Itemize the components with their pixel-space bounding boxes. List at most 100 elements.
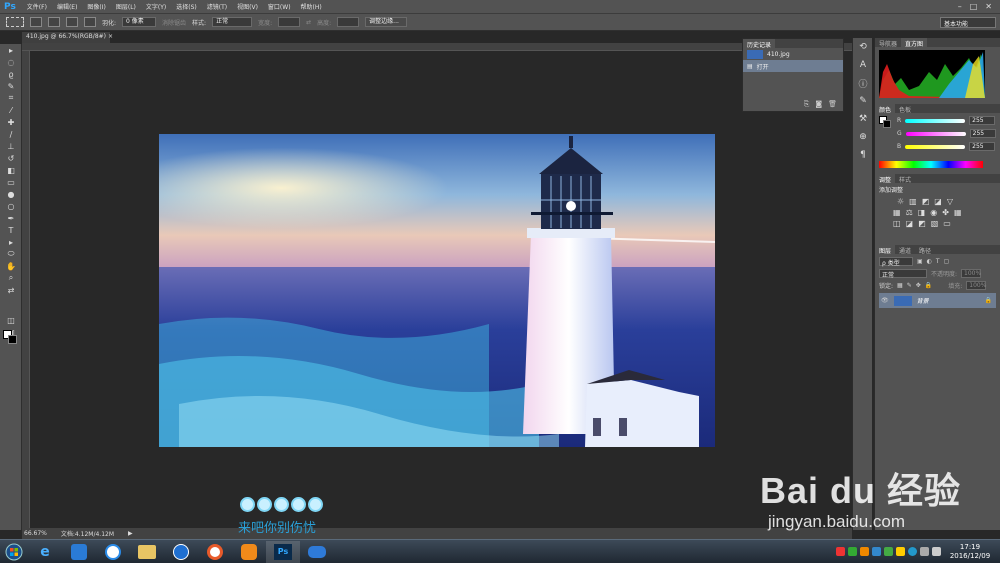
tab-channels[interactable]: 通道 [895, 245, 915, 255]
width-input[interactable] [278, 17, 301, 27]
green-slider[interactable] [905, 131, 966, 136]
close-tab-icon[interactable]: × [108, 33, 113, 40]
eraser-icon[interactable]: ◧ [0, 164, 22, 176]
menu-filter[interactable]: 滤镜(T) [202, 2, 232, 11]
status-menu-arrow-icon[interactable]: ▶ [128, 530, 133, 537]
layer-row-background[interactable]: 👁 背景 🔒 [879, 293, 996, 308]
lock-pixels-icon[interactable]: ✎ [907, 282, 912, 289]
blue-slider[interactable] [905, 144, 966, 149]
clone-stamp-icon[interactable]: ⊥ [0, 140, 22, 152]
healing-brush-icon[interactable]: ✚ [0, 116, 22, 128]
brush-tool-icon[interactable]: ∕ [0, 128, 22, 140]
menu-file[interactable]: 文件(F) [22, 2, 52, 11]
clock[interactable]: 17:19 2016/12/09 [944, 543, 996, 561]
path-select-icon[interactable]: ▸ [0, 236, 22, 248]
brush-collapsed-icon[interactable]: ✎ [853, 92, 873, 110]
quick-mask-icon[interactable]: ◫ [0, 314, 22, 326]
baidu-cloud-icon[interactable] [96, 541, 130, 563]
spectrum-bar[interactable] [879, 161, 983, 168]
red-slider[interactable] [905, 118, 966, 123]
hand-tool-icon[interactable]: ✋ [0, 260, 22, 272]
character-collapsed-icon[interactable]: A [853, 56, 873, 74]
add-selection-icon[interactable] [48, 17, 60, 27]
lock-transparent-icon[interactable]: ▦ [897, 282, 903, 289]
gradient-icon[interactable]: ▭ [0, 176, 22, 188]
style-select[interactable]: 正常 [212, 17, 253, 27]
tab-navigator[interactable]: 导航器 [875, 38, 901, 48]
tab-color[interactable]: 颜色 [875, 104, 896, 114]
close-icon[interactable]: ✕ [985, 2, 992, 11]
blend-mode-select[interactable]: 正常 [879, 268, 927, 279]
ie-browser-icon[interactable]: e [28, 541, 62, 563]
brightness-icon[interactable]: ☼ [897, 197, 904, 206]
tool-presets-collapsed-icon[interactable]: ⚒ [853, 110, 873, 128]
quick-select-icon[interactable]: ✎ [0, 80, 22, 92]
filter-shape-icon[interactable]: ▢ [944, 258, 950, 265]
tray-sogou-icon[interactable] [836, 547, 845, 556]
game-controller-icon[interactable] [300, 541, 334, 563]
levels-icon[interactable]: ▥ [909, 197, 917, 206]
visibility-eye-icon[interactable]: 👁 [881, 297, 889, 304]
tab-styles[interactable]: 样式 [895, 174, 915, 184]
tray-notify-icon[interactable] [896, 547, 905, 556]
green-value[interactable]: 255 [969, 129, 996, 138]
height-input[interactable] [337, 17, 360, 27]
maximize-icon[interactable]: □ [970, 2, 978, 11]
marquee-tool-icon[interactable]: ◌ [0, 56, 22, 68]
curves-icon[interactable]: ◩ [922, 197, 930, 206]
filter-pixel-icon[interactable]: ▣ [917, 258, 923, 265]
tab-history[interactable]: 历史记录 [743, 39, 776, 49]
tab-adjustments[interactable]: 调整 [875, 174, 896, 184]
menu-image[interactable]: 图像(I) [82, 2, 110, 11]
lock-position-icon[interactable]: ✥ [916, 282, 921, 289]
minimize-icon[interactable]: – [958, 2, 962, 11]
start-button[interactable] [0, 541, 28, 563]
hue-sat-icon[interactable]: ▦ [893, 208, 901, 217]
tab-paths[interactable]: 路径 [915, 245, 935, 255]
color-balance-icon[interactable]: ⚖ [906, 208, 913, 217]
tab-histogram[interactable]: 直方图 [901, 38, 928, 48]
red-value[interactable]: 255 [969, 116, 996, 125]
color-lookup-icon[interactable]: ▦ [954, 208, 962, 217]
eyedropper-icon[interactable]: ⁄ [0, 104, 22, 116]
menu-select[interactable]: 选择(S) [171, 2, 202, 11]
refine-edge-button[interactable]: 调整边缘... [365, 17, 408, 27]
shape-tool-icon[interactable]: ⬭ [0, 248, 22, 260]
new-document-from-state-icon[interactable]: ⎘ [804, 100, 810, 109]
zoom-level[interactable]: 66.67% [24, 530, 47, 537]
filter-adjust-icon[interactable]: ◐ [927, 258, 932, 265]
paragraph-collapsed-icon[interactable]: ¶ [853, 146, 873, 164]
document-tab[interactable]: 410.jpg @ 66.7%(RGB/8#) × [22, 32, 113, 43]
folder-icon[interactable] [130, 541, 164, 563]
menu-window[interactable]: 窗口(W) [263, 2, 296, 11]
history-item[interactable]: ▤ 打开 [743, 60, 843, 72]
layer-kind-select[interactable]: ρ 类型 [879, 257, 913, 267]
black-white-icon[interactable]: ◨ [918, 208, 926, 217]
workspace-select[interactable]: 基本功能 [940, 16, 996, 28]
new-selection-icon[interactable] [30, 17, 42, 27]
history-brush-icon[interactable]: ↺ [0, 152, 22, 164]
trash-icon[interactable]: 🗑 [828, 100, 837, 109]
tray-volume-icon[interactable] [932, 547, 941, 556]
media-player-icon[interactable] [198, 541, 232, 563]
vibrance-icon[interactable]: ▽ [947, 197, 953, 206]
menu-layer[interactable]: 图层(L) [111, 2, 141, 11]
swap-icon[interactable]: ⇄ [306, 19, 311, 26]
tray-app-icon[interactable] [860, 547, 869, 556]
history-snapshot[interactable]: 410.jpg [743, 48, 843, 60]
lock-all-icon[interactable]: 🔒 [925, 282, 932, 289]
opacity-input[interactable]: 100% [961, 268, 981, 278]
type-tool-icon[interactable]: T [0, 224, 22, 236]
exposure-icon[interactable]: ◪ [934, 197, 942, 206]
feiq-icon[interactable] [62, 541, 96, 563]
info-collapsed-icon[interactable]: ⓘ [853, 74, 873, 92]
threshold-icon[interactable]: ◩ [918, 219, 926, 228]
menu-view[interactable]: 视图(V) [232, 2, 263, 11]
photoshop-taskbar-icon[interactable]: Ps [266, 540, 300, 563]
lasso-tool-icon[interactable]: ϱ [0, 68, 22, 80]
document-image[interactable] [159, 134, 715, 447]
channel-mixer-icon[interactable]: ✤ [942, 208, 949, 217]
fill-input[interactable]: 100% [966, 280, 986, 290]
marquee-tool-preset-icon[interactable] [6, 17, 24, 27]
tray-cloud-icon[interactable] [872, 547, 881, 556]
